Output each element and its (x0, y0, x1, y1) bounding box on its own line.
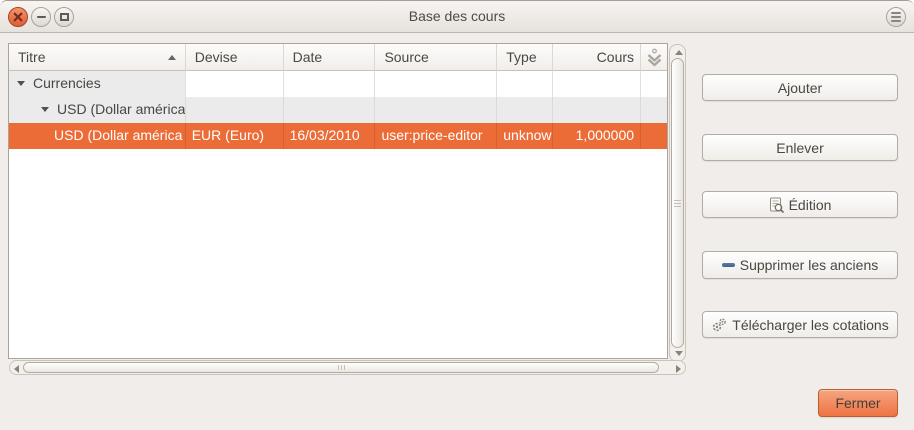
remove-button[interactable]: Enlever (702, 134, 898, 161)
column-header-titre[interactable]: Titre (9, 44, 186, 71)
row-title: Currencies (33, 71, 101, 96)
price-table: Titre Devise Date Source Type Cours Curr… (8, 43, 668, 359)
cell-devise: EUR (Euro) (186, 123, 284, 149)
cell-date: 16/03/2010 (284, 123, 376, 149)
price-database-dialog: Base des cours Titre Devise Date Source … (0, 0, 914, 430)
window-title: Base des cours (0, 1, 914, 33)
vertical-scrollbar-thumb[interactable] (671, 58, 684, 348)
thumb-grip (674, 200, 681, 207)
scroll-right-icon[interactable] (676, 365, 681, 373)
column-options-header[interactable] (641, 44, 667, 71)
table-row[interactable]: USD (Dollar américain (9, 97, 667, 123)
remove-old-button[interactable]: Supprimer les anciens (702, 251, 898, 279)
column-header-cours[interactable]: Cours (553, 44, 641, 71)
table-header: Titre Devise Date Source Type Cours (9, 44, 667, 71)
thumb-grip (338, 365, 345, 370)
table-row-selected[interactable]: USD (Dollar américa EUR (Euro) 16/03/201… (9, 123, 667, 149)
column-header-type[interactable]: Type (497, 44, 553, 71)
expander-icon[interactable] (41, 107, 49, 112)
edit-button[interactable]: Édition (702, 191, 898, 218)
minus-icon (722, 263, 735, 267)
column-header-source[interactable]: Source (375, 44, 497, 71)
cell-source: user:price-editor (375, 123, 497, 149)
row-title: USD (Dollar américain (57, 97, 186, 122)
table-row[interactable]: Currencies (9, 71, 667, 97)
row-title: USD (Dollar américa (54, 123, 182, 148)
column-options-icon (646, 48, 663, 67)
scroll-up-icon[interactable] (675, 50, 683, 55)
cell-cours: 1,000000 (553, 123, 641, 149)
vertical-scrollbar[interactable] (669, 44, 686, 362)
titlebar[interactable]: Base des cours (0, 1, 914, 33)
gears-icon (711, 317, 727, 333)
add-button[interactable]: Ajouter (702, 74, 898, 101)
cell-type: unknown (497, 123, 553, 149)
menu-icon (891, 12, 901, 22)
get-quotes-button[interactable]: Télécharger les cotations (702, 311, 898, 338)
close-dialog-button[interactable]: Fermer (818, 389, 898, 417)
document-edit-icon (769, 197, 784, 213)
column-header-devise[interactable]: Devise (186, 44, 284, 71)
column-header-date[interactable]: Date (284, 44, 376, 71)
horizontal-scrollbar-thumb[interactable] (23, 362, 659, 373)
scroll-down-icon[interactable] (675, 351, 683, 356)
expander-icon[interactable] (17, 81, 25, 86)
horizontal-scrollbar[interactable] (9, 360, 686, 375)
scroll-left-icon[interactable] (14, 365, 19, 373)
sort-ascending-icon (168, 55, 176, 60)
window-menu-button[interactable] (886, 7, 906, 27)
